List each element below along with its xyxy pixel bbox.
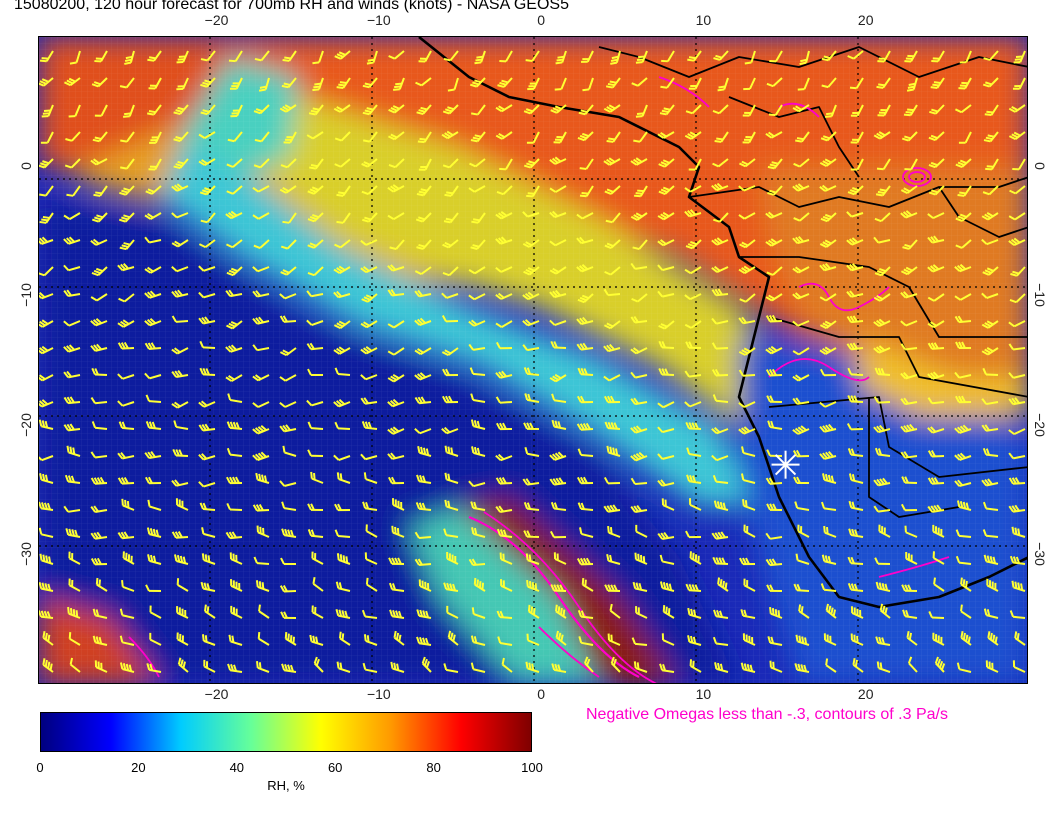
colorbar-title: RH, % (267, 778, 305, 793)
lat-tick-right: −30 (1032, 542, 1048, 567)
lon-tick-bottom: 0 (537, 686, 546, 702)
lon-tick-bottom: −10 (366, 686, 391, 702)
lat-tick-right: −10 (1032, 283, 1048, 308)
lon-tick-bottom: −20 (204, 686, 229, 702)
lon-tick-bottom: 10 (695, 686, 712, 702)
lon-tick-top: −10 (366, 12, 391, 28)
lon-tick-bottom: 20 (857, 686, 874, 702)
colorbar-tick-label: 20 (131, 760, 146, 775)
colorbar-tick-label: 100 (521, 760, 543, 775)
lat-tick-left: 0 (18, 161, 34, 170)
colorbar-tick-label: 80 (426, 760, 441, 775)
lon-tick-top: 20 (857, 12, 874, 28)
lat-tick-left: −30 (18, 542, 34, 567)
lon-tick-top: −20 (204, 12, 229, 28)
rh-colorbar (40, 712, 532, 752)
colorbar-tick-label: 0 (36, 760, 44, 775)
colorbar-tick-label: 40 (229, 760, 245, 775)
colorbar-tick-label: 60 (327, 760, 343, 775)
location-marker (771, 450, 800, 479)
chart-title: 15080200, 120 hour forecast for 700mb RH… (14, 0, 569, 13)
lat-tick-right: 0 (1032, 161, 1048, 170)
lat-tick-left: −10 (18, 283, 34, 308)
lat-tick-right: −20 (1032, 412, 1048, 437)
lat-tick-left: −20 (18, 412, 34, 437)
omega-note: Negative Omegas less than -.3, contours … (586, 706, 948, 723)
forecast-map (38, 36, 1028, 684)
lon-tick-top: 10 (695, 12, 712, 28)
lon-tick-top: 0 (537, 12, 546, 28)
